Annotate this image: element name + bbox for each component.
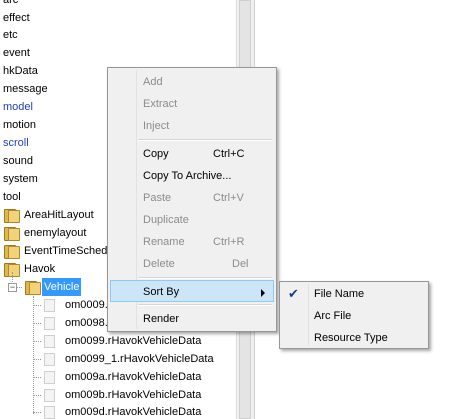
folder-icon <box>3 208 20 223</box>
menu-item-sort-by[interactable]: Sort By <box>110 280 274 302</box>
folder-icon <box>3 226 20 241</box>
menu-item-add[interactable]: Add <box>110 71 274 93</box>
menu-item-copy-to-archive[interactable]: Copy To Archive... <box>110 165 274 187</box>
file-icon <box>44 353 55 366</box>
tree-item-etc[interactable]: etc <box>3 26 18 44</box>
menu-item-render[interactable]: Render <box>110 308 274 330</box>
folder-icon <box>3 244 20 259</box>
submenu-item-arc-file[interactable]: Arc File <box>282 305 426 327</box>
menu-separator <box>138 139 272 141</box>
menu-item-rename[interactable]: Rename Ctrl+R <box>110 231 274 253</box>
submenu-item-resource-type[interactable]: Resource Type <box>282 327 426 349</box>
tree-item-effect[interactable]: effect <box>3 9 30 27</box>
menu-item-copy[interactable]: Copy Ctrl+C <box>110 143 274 165</box>
tree-item-scroll[interactable]: scroll <box>3 134 29 152</box>
menu-item-delete[interactable]: Delete Del <box>110 253 274 275</box>
file-icon <box>44 317 55 330</box>
menu-item-inject[interactable]: Inject <box>110 115 274 137</box>
tree-item-model[interactable]: model <box>3 98 33 116</box>
file-icon <box>44 371 55 384</box>
file-icon <box>44 389 55 402</box>
submenu-arrow-icon <box>261 289 265 297</box>
tree-item-system[interactable]: system <box>3 170 38 188</box>
preview-pane <box>254 0 461 419</box>
tree-item-tool[interactable]: tool <box>3 188 21 206</box>
menu-item-paste[interactable]: Paste Ctrl+V <box>110 187 274 209</box>
folder-icon <box>3 262 20 277</box>
file-icon <box>44 299 55 312</box>
tree-item-message[interactable]: message <box>3 80 48 98</box>
sort-by-submenu: ✔ File Name Arc File Resource Type <box>279 281 429 349</box>
submenu-item-file-name[interactable]: ✔ File Name <box>282 283 426 305</box>
file-icon <box>44 335 55 348</box>
menu-separator <box>138 304 272 306</box>
collapse-toggle[interactable]: − <box>8 283 17 292</box>
folder-open-icon <box>24 280 41 295</box>
context-menu: Add Extract Inject Copy Ctrl+C Copy To Ar… <box>107 67 277 332</box>
checkmark-icon: ✔ <box>288 286 299 301</box>
tree-item-motion[interactable]: motion <box>3 116 36 134</box>
menu-item-extract[interactable]: Extract <box>110 93 274 115</box>
tree-item-sound[interactable]: sound <box>3 152 33 170</box>
tree-item-arc[interactable]: arc <box>3 0 18 9</box>
menu-item-duplicate[interactable]: Duplicate <box>110 209 274 231</box>
tree-item-hkdata[interactable]: hkData <box>3 62 38 80</box>
tree-line <box>33 296 34 414</box>
file-icon <box>44 406 55 419</box>
tree-item-event[interactable]: event <box>3 44 30 62</box>
menu-separator <box>138 277 272 279</box>
